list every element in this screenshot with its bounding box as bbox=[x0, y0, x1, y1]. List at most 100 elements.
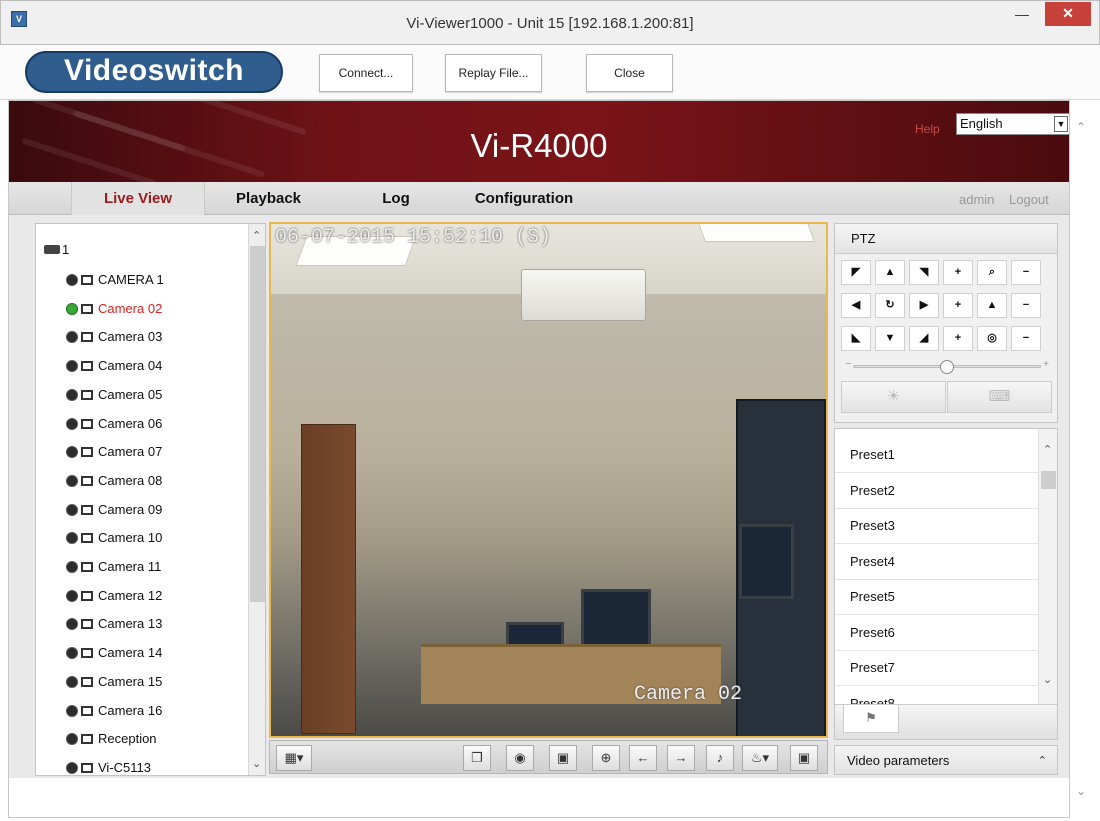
close-button[interactable]: Close bbox=[586, 54, 673, 92]
tree-item-camera[interactable]: Reception bbox=[66, 725, 157, 753]
tree-item-camera[interactable]: Camera 08 bbox=[66, 467, 162, 495]
language-select[interactable]: English ▼ bbox=[956, 113, 1069, 135]
layout-icon[interactable]: ▦▾ bbox=[276, 745, 312, 771]
iris-icon[interactable]: ◎ bbox=[977, 326, 1007, 351]
tree-item-label: Camera 07 bbox=[98, 444, 163, 460]
close-icon[interactable]: ✕ bbox=[1045, 2, 1091, 26]
preset-item[interactable]: Preset7 bbox=[835, 650, 1038, 686]
audio-mute-icon[interactable]: ♨▾ bbox=[742, 745, 778, 771]
tree-root[interactable]: 1 bbox=[44, 242, 69, 257]
web-page: Vi-R4000 Help English ▼ Live View Playba… bbox=[8, 100, 1070, 818]
tree-item-camera[interactable]: Camera 05 bbox=[66, 381, 162, 409]
connect-button[interactable]: Connect... bbox=[319, 54, 413, 92]
scroll-down-icon[interactable]: ⌄ bbox=[1043, 673, 1052, 686]
ptz-minus-button[interactable]: − bbox=[1011, 293, 1041, 318]
fullscreen-split-icon[interactable]: ❐ bbox=[463, 745, 491, 771]
tree-item-label: Reception bbox=[98, 731, 157, 747]
next-icon[interactable]: → bbox=[667, 745, 695, 771]
current-user: admin bbox=[959, 192, 995, 207]
device-model-title: Vi-R4000 bbox=[470, 127, 608, 164]
preset-item[interactable]: Preset6 bbox=[835, 615, 1038, 651]
left-arrow-icon[interactable]: ◀ bbox=[841, 293, 871, 318]
microphone-icon[interactable]: ♪ bbox=[706, 745, 734, 771]
preset-scrollbar[interactable]: ⌃ ⌄ bbox=[1038, 429, 1057, 704]
preset-item[interactable]: Preset1 bbox=[835, 437, 1038, 473]
auto-rotate-icon[interactable]: ↻ bbox=[875, 293, 905, 318]
tree-item-camera[interactable]: Camera 12 bbox=[66, 582, 162, 610]
video-parameters-panel[interactable]: Video parameters ⌃ bbox=[834, 745, 1058, 775]
ptz-minus-button[interactable]: − bbox=[1011, 260, 1041, 285]
scroll-up-icon[interactable]: ⌃ bbox=[1076, 120, 1086, 134]
tree-item-camera[interactable]: Camera 09 bbox=[66, 496, 162, 524]
ptz-plus-button[interactable]: + bbox=[943, 293, 973, 318]
tree-item-camera[interactable]: Camera 15 bbox=[66, 668, 162, 696]
fullscreen-icon[interactable]: ▣ bbox=[790, 745, 818, 771]
down-right-arrow-icon[interactable]: ◢ bbox=[909, 326, 939, 351]
minimize-icon[interactable]: — bbox=[1005, 1, 1039, 29]
camera-status-icon bbox=[66, 331, 78, 344]
up-right-arrow-icon[interactable]: ◥ bbox=[909, 260, 939, 285]
speed-knob[interactable] bbox=[940, 360, 954, 374]
tab-configuration[interactable]: Configuration bbox=[464, 182, 584, 215]
chevron-down-icon[interactable]: ▼ bbox=[1054, 116, 1068, 132]
page-scrollbar[interactable]: ⌃ ⌄ bbox=[1072, 100, 1092, 818]
scroll-thumb[interactable] bbox=[1041, 471, 1056, 489]
preset-item[interactable]: Preset2 bbox=[835, 473, 1038, 509]
video-window[interactable]: 06-07-2015 15:52:10 (S) Camera 02 bbox=[269, 222, 828, 738]
preset-flag-icon[interactable]: ⚑ bbox=[843, 705, 899, 733]
camera-status-icon bbox=[66, 503, 78, 516]
tree-item-camera[interactable]: Camera 04 bbox=[66, 352, 162, 380]
record-icon[interactable]: ▣ bbox=[549, 745, 577, 771]
zoom-icon[interactable]: ⌕ bbox=[977, 260, 1007, 285]
ptz-speed-slider[interactable]: − + bbox=[845, 358, 1049, 374]
preset-item[interactable]: Preset3 bbox=[835, 508, 1038, 544]
camera-status-icon bbox=[66, 618, 78, 631]
ptz-plus-button[interactable]: + bbox=[943, 326, 973, 351]
scroll-down-icon[interactable]: ⌄ bbox=[252, 757, 261, 770]
right-arrow-icon[interactable]: ▶ bbox=[909, 293, 939, 318]
tab-playback[interactable]: Playback bbox=[231, 182, 306, 215]
tab-live-view[interactable]: Live View bbox=[71, 182, 205, 215]
replay-file-button[interactable]: Replay File... bbox=[445, 54, 542, 92]
tree-item-camera[interactable]: Camera 16 bbox=[66, 697, 162, 725]
camera-status-icon bbox=[66, 675, 78, 688]
scroll-thumb[interactable] bbox=[250, 246, 265, 602]
record-icon bbox=[81, 676, 93, 687]
tree-item-camera[interactable]: Camera 13 bbox=[66, 610, 162, 638]
tree-item-camera[interactable]: Camera 02 bbox=[66, 295, 162, 323]
preset-item[interactable]: Preset4 bbox=[835, 544, 1038, 580]
light-icon[interactable]: ☀ bbox=[841, 381, 946, 413]
logout-link[interactable]: Logout bbox=[1009, 192, 1049, 207]
scroll-down-icon[interactable]: ⌄ bbox=[1076, 784, 1086, 798]
tree-item-camera[interactable]: Camera 14 bbox=[66, 639, 162, 667]
tree-item-camera[interactable]: Vi-C5113 bbox=[66, 754, 151, 775]
tab-log[interactable]: Log bbox=[371, 182, 421, 215]
record-icon bbox=[81, 303, 93, 314]
wiper-icon[interactable]: ⌨ bbox=[947, 381, 1052, 413]
ptz-minus-button[interactable]: − bbox=[1011, 326, 1041, 351]
snapshot-icon[interactable]: ◉ bbox=[506, 745, 534, 771]
focus-icon[interactable]: ▲ bbox=[977, 293, 1007, 318]
tree-item-camera[interactable]: Camera 10 bbox=[66, 524, 162, 552]
scroll-up-icon[interactable]: ⌃ bbox=[252, 229, 261, 242]
down-left-arrow-icon[interactable]: ◣ bbox=[841, 326, 871, 351]
video-door bbox=[301, 424, 356, 734]
tree-scrollbar[interactable]: ⌃ ⌄ bbox=[248, 224, 265, 775]
chevron-up-icon[interactable]: ⌃ bbox=[1038, 746, 1047, 776]
tree-item-camera[interactable]: Camera 11 bbox=[66, 553, 161, 581]
tree-item-camera[interactable]: Camera 03 bbox=[66, 323, 162, 351]
scroll-up-icon[interactable]: ⌃ bbox=[1043, 443, 1052, 456]
tree-item-camera[interactable]: CAMERA 1 bbox=[66, 266, 164, 294]
tree-item-camera[interactable]: Camera 07 bbox=[66, 438, 162, 466]
up-left-arrow-icon[interactable]: ◤ bbox=[841, 260, 871, 285]
ptz-plus-button[interactable]: + bbox=[943, 260, 973, 285]
previous-icon[interactable]: ← bbox=[629, 745, 657, 771]
help-link[interactable]: Help bbox=[915, 122, 940, 136]
tree-item-label: Camera 08 bbox=[98, 472, 163, 488]
record-icon bbox=[81, 705, 93, 716]
down-arrow-icon[interactable]: ▼ bbox=[875, 326, 905, 351]
zoom-in-icon[interactable]: ⊕ bbox=[592, 745, 620, 771]
tree-item-camera[interactable]: Camera 06 bbox=[66, 410, 162, 438]
up-arrow-icon[interactable]: ▲ bbox=[875, 260, 905, 285]
preset-item[interactable]: Preset5 bbox=[835, 579, 1038, 615]
